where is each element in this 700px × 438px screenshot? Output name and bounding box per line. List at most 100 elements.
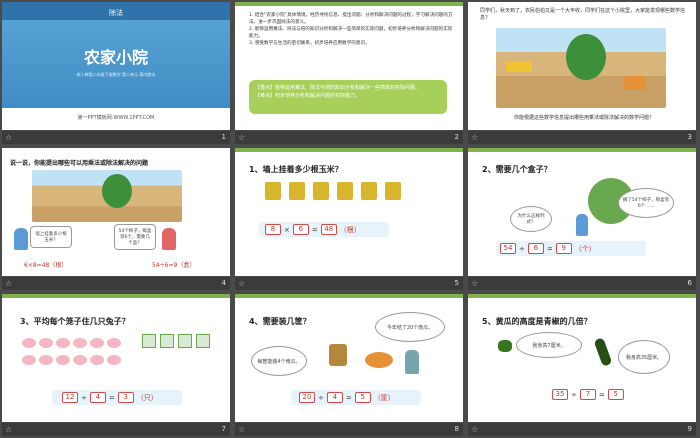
basket-icon xyxy=(329,344,347,366)
slide-3-canvas: 同学们，秋天到了，农民伯伯又是一个大丰收，同学们在这个小院里，大家能发现哪些数学… xyxy=(468,2,696,130)
bubble-left: 我身高7厘米。 xyxy=(516,332,582,358)
slide-thumbnail-8[interactable]: 4、需要装几筐？ 今年结了20个南瓜。 每筐能装4个南瓜。 20 ÷ 4 = 5… xyxy=(233,292,466,438)
slide-1-title: 农家小院 xyxy=(83,48,148,67)
bubble-left: 每筐能装4个南瓜。 xyxy=(251,346,307,376)
bubble-question: 为什么这样列式？ xyxy=(510,206,552,232)
slide-1-bar: ☆ 1 xyxy=(2,131,230,144)
star-icon: ☆ xyxy=(238,425,246,434)
slide-number: 6 xyxy=(687,279,692,287)
bubble-right: 我身高35厘米。 xyxy=(618,340,670,374)
slide-2-bar: ☆ 2 xyxy=(235,131,463,144)
slide-thumbnail-2[interactable]: 1. 结合“农家小院”具体情境，经历寻找信息、提出问题、分析和解决问题的过程，学… xyxy=(233,0,466,146)
rabbit-icon xyxy=(73,338,87,348)
slide-4-canvas: 说一说，你能提出哪些可以用乘法或除法解决的问题 墙上挂着多少根玉米？ 54个柿子… xyxy=(2,148,230,276)
intro-text: 同学们，秋天到了，农民伯伯又是一个大丰收，同学们在这个小院里，大家能发现哪些数学… xyxy=(480,8,686,21)
cage-icon xyxy=(178,334,192,348)
operand-a: 35 xyxy=(552,389,568,400)
slide-8-title: 4、需要装几筐？ xyxy=(249,317,311,326)
slide-9-title: 5、黄瓜的高度是青椒的几倍？ xyxy=(482,317,592,326)
slide-thumbnail-9[interactable]: 5、黄瓜的高度是青椒的几倍？ 我身高7厘米。 我身高35厘米。 35 ÷ 7 =… xyxy=(466,292,699,438)
operand-a: 8 xyxy=(265,224,281,235)
bubble-right: 54个柿子，每盒装6个，需要几个盒？ xyxy=(114,224,156,250)
slide-number: 5 xyxy=(454,279,459,287)
unit: （筐） xyxy=(373,393,395,402)
slide-5-title: 1、墙上挂着多少根玉米？ xyxy=(249,165,343,174)
operand-a: 54 xyxy=(500,243,516,254)
farmyard-scene xyxy=(32,170,182,222)
slide-thumbnail-3[interactable]: 同学们，秋天到了，农民伯伯又是一个大丰收，同学们在这个小院里，大家能发现哪些数学… xyxy=(466,0,699,146)
tree-icon xyxy=(566,34,606,80)
slide-6-title: 2、需要几个盒子？ xyxy=(482,165,552,174)
rabbit-icon xyxy=(90,338,104,348)
slide-thumbnail-7[interactable]: 3、平均每个笼子住几只兔子？ 12 ÷ 4 = 3 （只） ☆ 7 xyxy=(0,292,233,438)
goal-1: 1. 结合“农家小院”具体情境，经历寻找信息、提出问题、分析和解决问题的过程，学… xyxy=(249,13,453,25)
slide-7-title: 3、平均每个笼子住几只兔子？ xyxy=(20,317,130,326)
corn-icon xyxy=(385,182,401,200)
site-label: 第一PPT模板网-WWW.1PPT.COM xyxy=(77,115,155,121)
slide-thumbnail-1[interactable]: 除法 农家小院 新人教版二年级下册数学 第二单元 表内除法 第一PPT模板网-W… xyxy=(0,0,233,146)
slide-thumbnail-5[interactable]: 1、墙上挂着多少根玉米？ 8 × 6 = 48 （根） ☆ 5 xyxy=(233,146,466,292)
equation: 54 ÷ 6 = 9 （个） xyxy=(500,243,596,254)
rabbit-icon xyxy=(39,354,53,365)
slide-thumbnail-4[interactable]: 说一说，你能提出哪些可以用乘法或除法解决的问题 墙上挂着多少根玉米？ 54个柿子… xyxy=(0,146,233,292)
question-text: 你能根据这些数学信息提出哪些用乘法或除法解决的数学问题？ xyxy=(513,115,654,121)
slide-9-canvas: 5、黄瓜的高度是青椒的几倍？ 我身高7厘米。 我身高35厘米。 35 ÷ 7 =… xyxy=(468,294,696,422)
slide-number: 8 xyxy=(454,425,459,433)
star-icon: ☆ xyxy=(238,279,246,288)
boy-icon xyxy=(14,228,28,250)
corn-icon xyxy=(506,62,532,72)
equals-sign: = xyxy=(546,244,553,253)
bubble-top: 今年结了20个南瓜。 xyxy=(375,312,445,342)
operator: × xyxy=(284,225,290,234)
difficulty-label: 【难点】 xyxy=(255,93,276,99)
star-icon: ☆ xyxy=(471,279,479,288)
operand-b: 6 xyxy=(527,243,544,254)
cages-group xyxy=(142,334,212,374)
unit: （根） xyxy=(339,225,361,234)
slide-number: 3 xyxy=(687,133,692,141)
rabbit-icon xyxy=(107,354,121,365)
cage-icon xyxy=(142,334,156,348)
equals-sign: = xyxy=(108,393,115,402)
equation: 35 ÷ 7 = 5 xyxy=(552,389,624,400)
result: 9 xyxy=(555,243,572,254)
slide-number: 1 xyxy=(221,133,226,141)
rabbits-group xyxy=(22,338,132,368)
slide-2-canvas: 1. 结合“农家小院”具体情境，经历寻找信息、提出问题、分析和解决问题的过程，学… xyxy=(235,2,463,130)
basket-icon xyxy=(624,76,646,90)
corn-icon xyxy=(289,182,305,200)
cucumber-icon xyxy=(593,337,613,367)
top-stripe xyxy=(235,294,463,298)
goals-text: 1. 结合“农家小院”具体情境，经历寻找信息、提出问题、分析和解决问题的过程，学… xyxy=(249,12,454,47)
goal-2: 2. 能够运用乘法、除法与倍的知识分析和解决一些简单的实际问题，初步培养分析和解… xyxy=(249,27,453,39)
operand-b: 4 xyxy=(326,392,343,403)
corn-icon xyxy=(337,182,353,200)
girl-icon xyxy=(162,228,176,250)
top-stripe xyxy=(235,148,463,152)
farmer-icon xyxy=(576,214,588,236)
slide-thumbnail-6[interactable]: 2、需要几个盒子？ 为什么这样列式？ 摘了54个柿子，每盒装6个…… 54 ÷ … xyxy=(466,146,699,292)
equals-sign: = xyxy=(345,393,352,402)
slide-7-canvas: 3、平均每个笼子住几只兔子？ 12 ÷ 4 = 3 （只） xyxy=(2,294,230,422)
result: 5 xyxy=(607,389,624,400)
operand-b: 4 xyxy=(89,392,106,403)
operand-a: 20 xyxy=(299,392,315,403)
star-icon: ☆ xyxy=(471,425,479,434)
focus-label: 【重点】 xyxy=(255,85,276,91)
farmyard-scene xyxy=(496,28,666,108)
rabbit-icon xyxy=(90,354,104,365)
rabbit-icon xyxy=(22,338,36,348)
top-stripe xyxy=(235,2,463,6)
result: 48 xyxy=(320,224,337,235)
farmer-icon xyxy=(405,350,419,374)
bubble-info: 摘了54个柿子，每盒装6个…… xyxy=(618,188,674,218)
corn-row xyxy=(265,182,415,208)
rabbit-icon xyxy=(39,338,53,348)
slide-5-bar: ☆ 5 xyxy=(235,277,463,290)
tree-icon xyxy=(102,174,132,208)
star-icon: ☆ xyxy=(5,425,13,434)
slide-4-bar: ☆ 4 xyxy=(2,277,230,290)
rabbit-icon xyxy=(56,338,70,348)
operand-a: 12 xyxy=(62,392,78,403)
rabbit-icon xyxy=(22,354,36,365)
